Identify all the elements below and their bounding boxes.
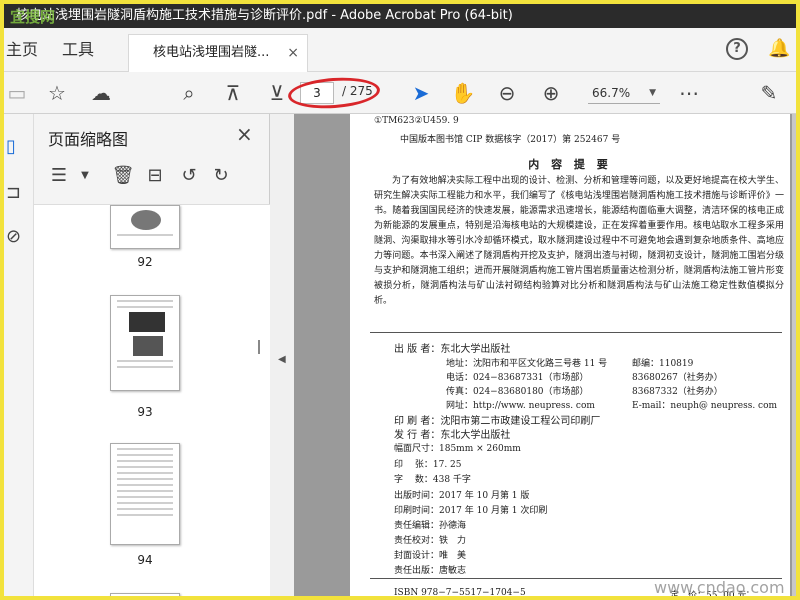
summary-heading: 内 容 提 要 [528, 158, 612, 171]
publisher-tel: 电话：024−83687331（市场部） [446, 373, 589, 383]
site-watermark: 宜搜网 [10, 8, 56, 26]
thumbnail-page-number: 94 [137, 553, 153, 567]
cip-number: 中国版本图书馆 CIP 数据核字（2017）第 252467 号 [400, 135, 621, 145]
page-thumbnails-icon[interactable]: ▯ [6, 136, 28, 160]
tab-document[interactable]: 核电站浅埋围岩隧... × [128, 34, 308, 72]
thumbnail-page-number: 92 [137, 255, 153, 269]
cover-design: 封面设计：唯 美 [394, 551, 467, 561]
panel-title: 页面缩略图 [48, 130, 129, 149]
publish-date: 出版时间：2017 年 10 月第 1 版 [394, 491, 530, 501]
chevron-down-icon[interactable]: ▼ [72, 162, 98, 190]
collapse-panel-icon[interactable]: ◀ [278, 354, 286, 365]
distributor: 发 行 者：东北大学出版社 [394, 430, 511, 441]
publisher-address: 地址：沈阳市和平区文化路三号巷 11 号 [446, 359, 608, 369]
divider [370, 332, 782, 333]
publisher-postcode: 邮编：110819 [632, 359, 694, 369]
bell-icon[interactable]: 🔔 [768, 38, 790, 59]
previous-page-icon[interactable]: ⊼ [220, 80, 246, 106]
toolbar: ▭ ☆ ☁ ⌕ ⊼ ⊻ 3 / 275 ➤ ✋ ⊖ ⊕ 66.7% ▼ ⋯ ✎ [4, 72, 796, 114]
word-count: 字 数：438 千字 [394, 475, 471, 485]
publisher-email: E-mail：neuph@ neupress. com [632, 401, 778, 411]
window-title: 核电站浅埋围岩隧洞盾构施工技术措施与诊断评价.pdf - Adobe Acrob… [16, 8, 513, 23]
rotate-right-icon[interactable]: ↻ [208, 162, 234, 190]
select-cursor-icon[interactable]: ➤ [408, 80, 434, 106]
attachment-icon[interactable]: ⊘ [6, 226, 28, 250]
publisher-website: 网址：http://www. neupress. com [446, 401, 595, 411]
extract-page-icon[interactable]: ⊟ [142, 162, 168, 190]
thumbnail-panel: 页面缩略图 × ☰ ▼ 🗑 ⊟ ↺ ↻ 92 93 94 [34, 114, 270, 596]
page-thumbnail[interactable] [110, 443, 180, 545]
pdf-page: ①TM623②U459. 9 中国版本图书馆 CIP 数据核字（2017）第 2… [350, 114, 790, 598]
tab-bar: 主页 工具 核电站浅埋围岩隧... × ? 🔔 [4, 28, 796, 72]
zoom-out-icon[interactable]: ⊖ [494, 80, 520, 106]
print-date: 印刷时间：2017 年 10 月第 1 次印刷 [394, 506, 548, 516]
close-icon[interactable]: × [287, 35, 299, 71]
tab-tools[interactable]: 工具 [62, 28, 94, 72]
share-icon[interactable]: ✎ [756, 80, 782, 106]
cip-line: ①TM623②U459. 9 [374, 116, 459, 126]
zoom-select[interactable]: 66.7% ▼ [588, 82, 660, 104]
print-sheets: 印 张：17. 25 [394, 460, 462, 470]
zoom-in-icon[interactable]: ⊕ [538, 80, 564, 106]
printer: 印 刷 者：沈阳市第二市政建设工程公司印刷厂 [394, 416, 601, 427]
document-view: ①TM623②U459. 9 中国版本图书馆 CIP 数据核字（2017）第 2… [294, 114, 796, 598]
chevron-down-icon: ▼ [649, 88, 656, 98]
more-tools-icon[interactable]: ⋯ [676, 80, 702, 106]
help-icon[interactable]: ? [726, 38, 748, 60]
rotate-left-icon[interactable]: ↺ [176, 162, 202, 190]
close-icon[interactable]: × [236, 122, 253, 146]
site-watermark-bottom: www.cndao.com [654, 578, 785, 597]
publisher-fax-office: 83687332（社务办） [632, 387, 723, 397]
thumbnail-page-number: 93 [137, 405, 153, 419]
format-size: 幅面尺寸：185mm × 260mm [394, 444, 521, 454]
left-rail: ▯ ⊐ ⊘ [4, 114, 34, 596]
page-thumbnail[interactable] [110, 593, 180, 596]
title-bar: 核电站浅埋围岩隧洞盾构施工技术措施与诊断评价.pdf - Adobe Acrob… [4, 4, 796, 28]
vertical-scrollbar[interactable] [792, 114, 796, 596]
save-icon[interactable]: ▭ [4, 80, 30, 106]
thumbnail-list: 92 93 94 [34, 204, 270, 596]
publisher: 出 版 者：东北大学出版社 [394, 344, 511, 355]
hand-tool-icon[interactable]: ✋ [450, 80, 476, 106]
responsible-editor: 责任编辑：孙德海 [394, 521, 467, 531]
zoom-value: 66.7% [592, 86, 631, 100]
responsible-proofreader: 责任校对：铁 力 [394, 536, 467, 546]
summary-paragraph: 为了有效地解决实际工程中出现的设计、检测、分析和管理等问题，以及更好地提高在校大… [374, 176, 784, 306]
page-thumbnail[interactable] [110, 295, 180, 391]
page-thumbnail[interactable] [110, 205, 180, 249]
isbn: ISBN 978−7−5517−1704−5 [394, 588, 526, 598]
annotation-ellipse [287, 74, 381, 112]
upload-cloud-icon[interactable]: ☁ [88, 80, 114, 106]
responsible-publisher: 责任出版：唐敏志 [394, 566, 467, 576]
publisher-fax: 传真：024−83680180（市场部） [446, 387, 589, 397]
tab-home[interactable]: 主页 [4, 28, 38, 72]
panel-resize-handle[interactable] [258, 340, 260, 354]
publisher-tel-office: 83680267（社务办） [632, 373, 723, 383]
tab-document-label: 核电站浅埋围岩隧... [153, 45, 270, 60]
search-icon[interactable]: ⌕ [176, 80, 202, 106]
options-menu-icon[interactable]: ☰ [46, 162, 72, 190]
next-page-icon[interactable]: ⊻ [264, 80, 290, 106]
star-icon[interactable]: ☆ [44, 80, 70, 106]
app-window: 核电站浅埋围岩隧洞盾构施工技术措施与诊断评价.pdf - Adobe Acrob… [0, 0, 800, 600]
trash-icon[interactable]: 🗑 [110, 162, 136, 190]
bookmark-icon[interactable]: ⊐ [6, 182, 28, 206]
